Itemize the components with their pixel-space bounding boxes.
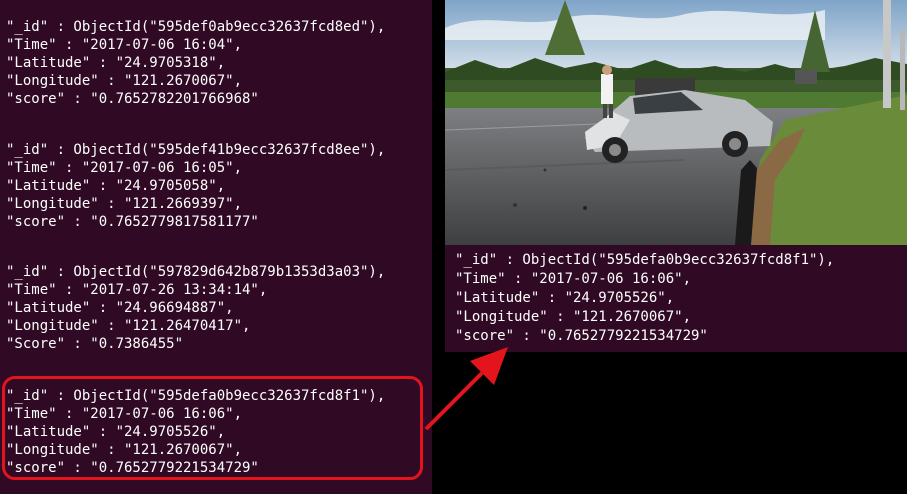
record-longitude: "Longitude" : "121.2670067",: [6, 73, 243, 89]
record-3[interactable]: "_id" : ObjectId("597829d642b879b1353d3a…: [6, 263, 385, 353]
record-1[interactable]: "_id" : ObjectId("595def0ab9ecc32637fcd8…: [6, 18, 385, 108]
record-longitude: "Longitude" : "121.2669397",: [6, 196, 243, 212]
record-time: "Time" : "2017-07-26 13:34:14",: [6, 282, 268, 298]
selection-highlight: [2, 376, 423, 480]
red-diagonal-arrow-icon: [420, 345, 510, 439]
record-time: "Time" : "2017-07-06 16:05",: [6, 160, 243, 176]
record-2[interactable]: "_id" : ObjectId("595def41b9ecc32637fcd8…: [6, 141, 385, 231]
detail-score: "score" : "0.7652779221534729": [455, 328, 708, 344]
record-id: "_id" : ObjectId("595def41b9ecc32637fcd8…: [6, 142, 386, 158]
detail-record: "_id" : ObjectId("595defa0b9ecc32637fcd8…: [455, 251, 834, 346]
record-id: "_id" : ObjectId("597829d642b879b1353d3a…: [6, 264, 386, 280]
record-latitude: "Latitude" : "24.9705058",: [6, 178, 226, 194]
detail-longitude: "Longitude" : "121.2670067",: [455, 309, 692, 325]
accident-photo: [445, 0, 907, 245]
record-score: "score" : "0.7652782201766968": [6, 91, 259, 107]
detail-latitude: "Latitude" : "24.9705526",: [455, 290, 675, 306]
record-latitude: "Latitude" : "24.9705318",: [6, 55, 226, 71]
detail-id: "_id" : ObjectId("595defa0b9ecc32637fcd8…: [455, 252, 835, 268]
detail-time: "Time" : "2017-07-06 16:06",: [455, 271, 692, 287]
detail-terminal: "_id" : ObjectId("595defa0b9ecc32637fcd8…: [445, 245, 907, 352]
record-score: "Score" : "0.7386455": [6, 336, 184, 352]
record-longitude: "Longitude" : "121.26470417",: [6, 318, 251, 334]
record-score: "score" : "0.7652779817581177": [6, 214, 259, 230]
record-time: "Time" : "2017-07-06 16:04",: [6, 37, 243, 53]
record-id: "_id" : ObjectId("595def0ab9ecc32637fcd8…: [6, 19, 386, 35]
terminal-left: "_id" : ObjectId("595def0ab9ecc32637fcd8…: [0, 0, 432, 494]
record-latitude: "Latitude" : "24.96694887",: [6, 300, 234, 316]
